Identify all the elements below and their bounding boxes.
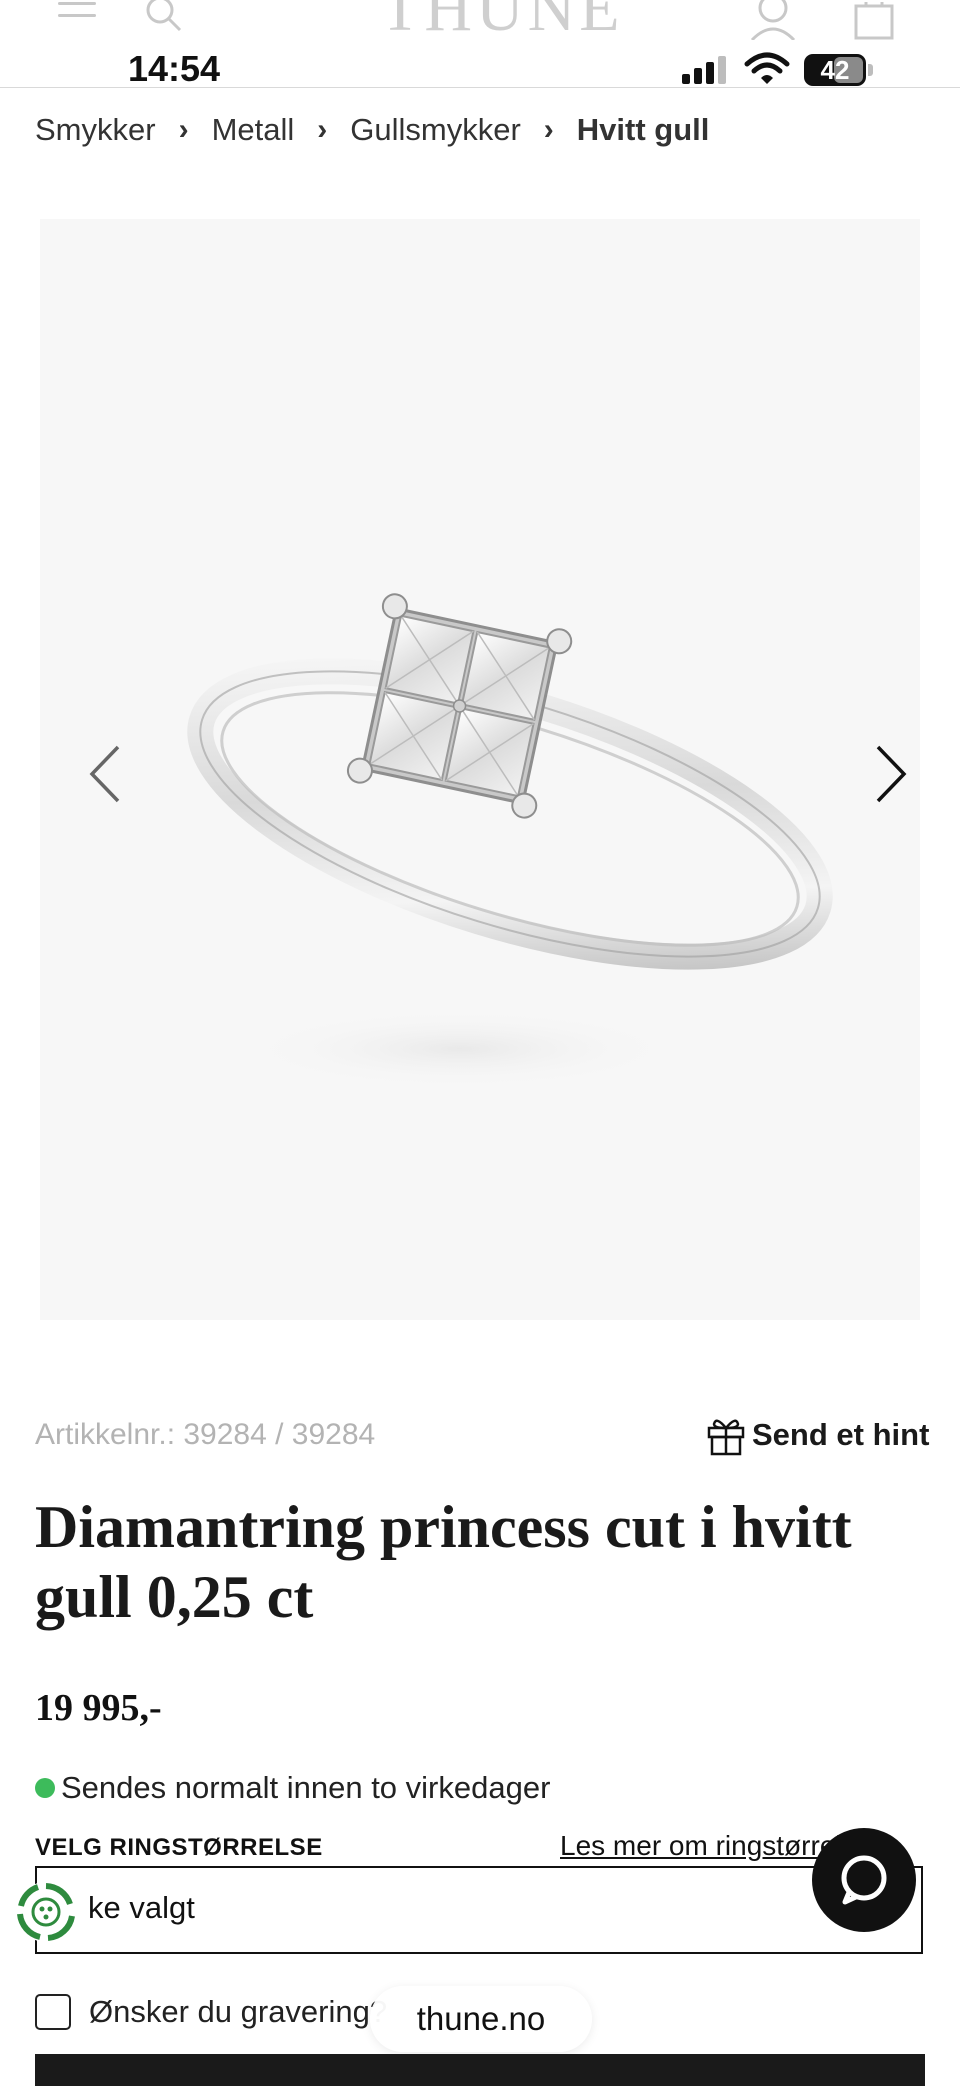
add-to-cart-button[interactable]	[35, 2054, 925, 2086]
chevron-right-icon: ›	[178, 113, 189, 146]
chat-bubble-icon	[841, 1855, 887, 1905]
chevron-right-icon	[876, 745, 907, 803]
bag-icon[interactable]	[852, 0, 896, 40]
browser-url-bar[interactable]: thune.no	[370, 1986, 592, 2052]
product-gallery[interactable]	[40, 219, 920, 1320]
menu-icon[interactable]	[58, 0, 98, 30]
send-hint-label: Send et hint	[752, 1417, 930, 1452]
eco-badge-icon[interactable]	[14, 1880, 78, 1944]
breadcrumb-item-gullsmykker[interactable]: Gullsmykker	[350, 112, 521, 148]
chat-button[interactable]	[812, 1828, 916, 1932]
engraving-checkbox[interactable]	[35, 1994, 71, 2030]
breadcrumb-item-metall[interactable]: Metall	[212, 112, 295, 148]
send-hint-button[interactable]: Send et hint	[706, 1414, 929, 1456]
status-time: 14:54	[128, 48, 221, 88]
user-icon[interactable]	[748, 0, 798, 42]
search-icon[interactable]	[144, 0, 184, 34]
breadcrumb-item-smykker[interactable]: Smykker	[35, 112, 156, 148]
chevron-right-icon: ›	[543, 113, 554, 146]
battery-icon: 42	[804, 54, 874, 86]
status-bar: 14:54 42	[0, 40, 960, 88]
chevron-left-icon	[89, 745, 120, 803]
chevron-right-icon: ›	[317, 113, 328, 146]
engraving-label: Ønsker du gravering?	[89, 1994, 388, 2029]
battery-level: 42	[820, 55, 850, 85]
gift-icon	[707, 1419, 745, 1456]
gallery-next-button[interactable]	[866, 739, 916, 809]
brand-logo[interactable]: THUNE	[380, 0, 620, 44]
product-title: Diamantring princess cut i hvitt gull 0,…	[35, 1494, 852, 1630]
ring-size-value: ke valgt	[88, 1890, 195, 1925]
ring-size-label: VELG RINGSTØRRELSE	[35, 1834, 323, 1861]
article-number: Artikkelnr.: 39284 / 39284	[35, 1418, 376, 1451]
product-image	[187, 593, 833, 1089]
engraving-option[interactable]: Ønsker du gravering?	[35, 1994, 387, 2030]
in-stock-dot-icon	[35, 1778, 55, 1798]
gallery-prev-button[interactable]	[80, 739, 130, 809]
breadcrumb: Smykker › Metall › Gullsmykker › Hvitt g…	[35, 108, 709, 152]
stock-text: Sendes normalt innen to virkedager	[61, 1770, 551, 1805]
stock-status: Sendes normalt innen to virkedager	[35, 1770, 550, 1806]
wifi-icon	[744, 52, 790, 86]
site-header: THUNE 14:54 42	[0, 0, 960, 88]
breadcrumb-current: Hvitt gull	[576, 112, 710, 147]
signal-icon	[680, 54, 730, 84]
product-price: 19 995,-	[35, 1687, 162, 1729]
